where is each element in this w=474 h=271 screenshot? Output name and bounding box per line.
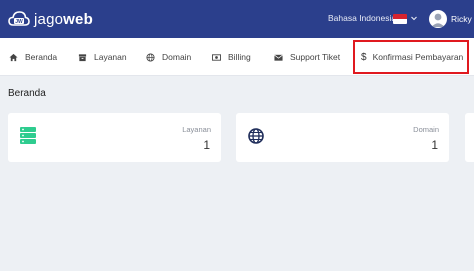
card-value: 1 [431, 138, 438, 152]
envelope-icon [274, 54, 283, 61]
logo-text: jagoweb [34, 10, 93, 28]
user-name[interactable]: Ricky [451, 14, 472, 24]
main-nav: Beranda Layanan Domain Billing Support T… [0, 38, 474, 76]
nav-item-layanan[interactable]: Layanan [78, 38, 127, 76]
nav-item-domain[interactable]: Domain [146, 38, 191, 76]
nav-item-label: Support Tiket [290, 52, 341, 62]
nav-item-label: Billing [228, 52, 251, 62]
card-partial[interactable] [465, 113, 474, 162]
page-title: Beranda [8, 88, 46, 99]
nav-item-konfirmasi-pembayaran[interactable]: $ Konfirmasi Pembayaran [353, 40, 469, 74]
box-icon [78, 53, 87, 61]
nav-item-support-tiket[interactable]: Support Tiket [274, 38, 340, 76]
card-label: Layanan [182, 125, 211, 134]
nav-item-label: Domain [162, 52, 192, 62]
user-icon [431, 13, 445, 27]
logo[interactable]: JW jagoweb [8, 9, 93, 29]
card-domain[interactable]: Domain 1 [236, 113, 449, 162]
indonesia-flag-icon[interactable] [393, 14, 407, 24]
server-icon [20, 127, 36, 144]
card-label: Domain [413, 125, 439, 134]
cloud-logo-icon: JW [8, 11, 30, 26]
nav-item-billing[interactable]: Billing [212, 38, 251, 76]
chevron-down-icon[interactable] [410, 14, 418, 22]
nav-item-label: Beranda [25, 52, 58, 62]
money-icon [212, 53, 221, 61]
language-selector[interactable]: Bahasa Indonesia [328, 13, 396, 23]
user-avatar[interactable] [429, 10, 447, 28]
svg-text:JW: JW [15, 19, 23, 25]
nav-item-label: Konfirmasi Pembayaran [372, 52, 464, 62]
globe-icon [146, 52, 155, 62]
nav-item-label: Layanan [94, 52, 127, 62]
nav-item-beranda[interactable]: Beranda [9, 38, 57, 76]
card-layanan[interactable]: Layanan 1 [8, 113, 221, 162]
card-value: 1 [203, 138, 210, 152]
home-icon [9, 53, 18, 61]
globe-icon [248, 128, 264, 144]
top-bar: JW jagoweb Bahasa Indonesia Ricky [0, 0, 474, 38]
dollar-icon: $ [361, 51, 367, 63]
